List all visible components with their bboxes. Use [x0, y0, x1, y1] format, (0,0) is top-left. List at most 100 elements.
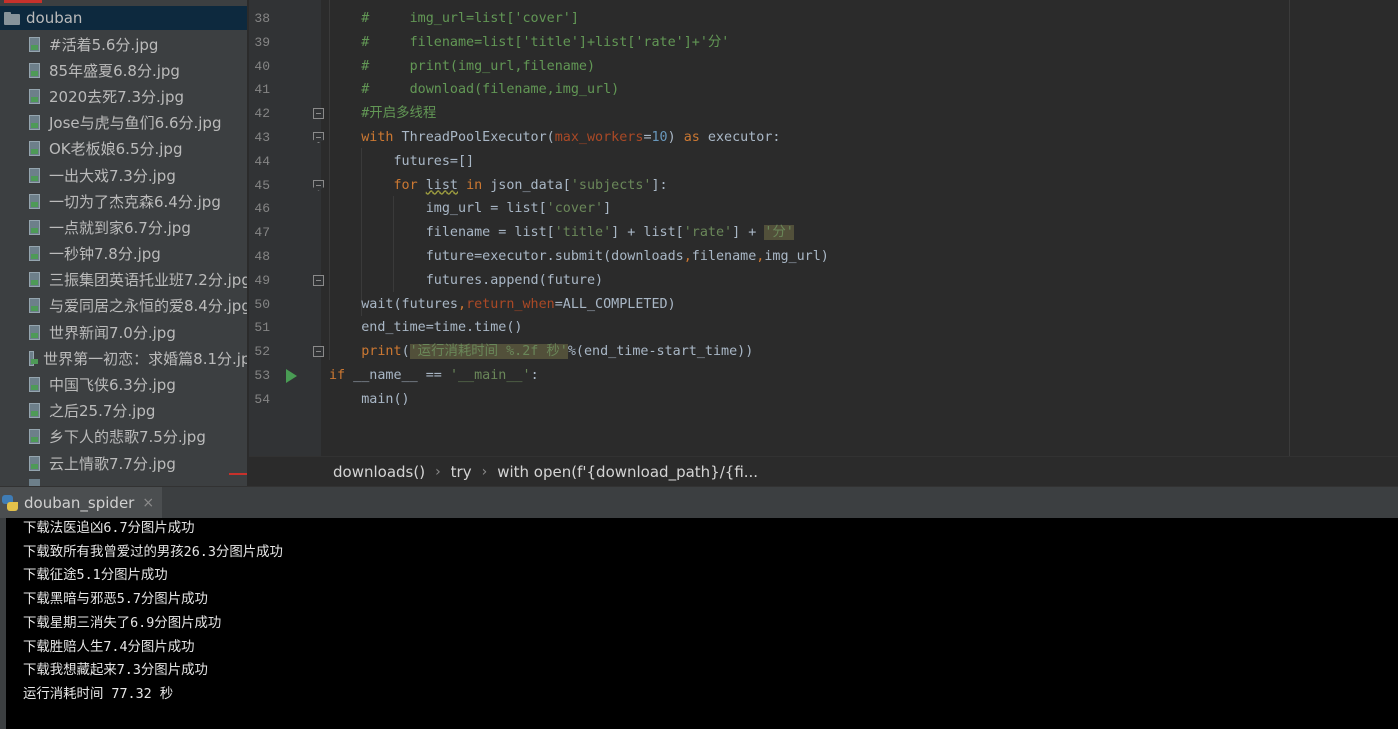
file-item[interactable]: #活着5.6分.jpg [0, 31, 247, 57]
file-item[interactable]: 2020去死7.3分.jpg [0, 83, 247, 109]
code-token: for [393, 177, 418, 193]
chevron-right-icon: › [435, 463, 441, 480]
code-line[interactable]: 50 wait(futures,return_when=ALL_COMPLETE… [249, 293, 1398, 317]
file-label: 三振集团英语托业班7.2分.jpg [49, 271, 247, 290]
file-item[interactable]: 85年盛夏6.8分.jpg [0, 57, 247, 83]
code-line[interactable]: 42 #开启多线程 [249, 102, 1398, 126]
file-item[interactable]: 世界新闻7.0分.jpg [0, 319, 247, 345]
code-token: in [466, 177, 483, 193]
run-gutter-icon[interactable] [286, 369, 297, 383]
breadcrumb-item-try[interactable]: try [451, 463, 472, 481]
file-label: 之后25.7分.jpg [49, 402, 156, 421]
code-token: max_workers [554, 130, 644, 145]
code-token: ] + list[ [611, 225, 684, 241]
fold-toggle-icon[interactable] [313, 108, 324, 120]
code-line[interactable]: 40 # print(img_url,filename) [249, 55, 1398, 79]
code-token: ] [603, 201, 612, 217]
image-file-icon [29, 272, 40, 288]
code-line[interactable]: 43 with ThreadPoolExecutor(max_workers=1… [249, 126, 1398, 150]
breadcrumb-item-with-open[interactable]: with open(f'{download_path}/{fi... [497, 463, 758, 481]
code-line[interactable]: 38 # img_url=list['cover'] [249, 7, 1398, 31]
code-line[interactable]: 51 end_time=time.time() [249, 316, 1398, 340]
code-line[interactable]: 53 if __name__ == '__main__': [249, 364, 1398, 388]
code-token: ) [667, 130, 684, 145]
console-output-line: 下载黑暗与邪恶5.7分图片成功 [23, 592, 208, 608]
code-text: # print(img_url,filename) [329, 55, 595, 79]
file-label: 一秒钟7.8分.jpg [49, 245, 161, 264]
file-item[interactable]: 乡下人的悲歌7.5分.jpg [0, 424, 247, 450]
code-token: return_when [466, 296, 555, 312]
line-number: 46 [254, 201, 270, 217]
line-number: 38 [254, 11, 270, 26]
file-label: #活着5.6分.jpg [49, 35, 159, 54]
file-item[interactable]: 云上情歌7.7分.jpg [0, 450, 247, 476]
code-editor[interactable]: 38 # img_url=list['cover'] 39 # filename=… [249, 0, 1398, 456]
file-item[interactable]: 一出大戏7.3分.jpg [0, 162, 247, 188]
line-number: 48 [254, 249, 270, 264]
folder-douban[interactable]: douban [0, 6, 247, 30]
close-icon[interactable]: × [142, 495, 154, 511]
image-file-icon [29, 115, 40, 131]
file-item[interactable]: 一点就到家6.7分.jpg [0, 214, 247, 240]
error-marker [4, 0, 42, 3]
file-list: #活着5.6分.jpg 85年盛夏6.8分.jpg 2020去死7.3分.jpg Jo… [0, 31, 247, 476]
code-token: img_url = list[ [329, 201, 547, 217]
code-token: futures.append(future) [329, 272, 604, 288]
code-text: with ThreadPoolExecutor(max_workers=10) … [329, 126, 780, 150]
code-line[interactable]: 52 print('运行消耗时间 %.2f 秒'%(end_time-start… [249, 340, 1398, 364]
code-token: main() [329, 391, 410, 407]
code-line[interactable]: 46 img_url = list['cover'] [249, 197, 1398, 221]
code-token: 'rate' [683, 225, 733, 241]
fold-toggle-icon[interactable] [313, 179, 324, 191]
line-number: 39 [254, 34, 270, 50]
line-number: 54 [254, 391, 270, 407]
file-item[interactable]: 一切为了杰克森6.4分.jpg [0, 188, 247, 214]
tab-douban-spider[interactable]: douban_spider × [0, 487, 162, 519]
file-label: 世界新闻7.0分.jpg [49, 323, 176, 342]
code-token: '运行消耗时间 %.2f 秒' [409, 344, 568, 360]
file-item[interactable]: 之后25.7分.jpg [0, 398, 247, 424]
line-number: 52 [254, 344, 270, 360]
file-item[interactable]: Jose与虎与鱼们6.6分.jpg [0, 110, 247, 136]
line-number: 40 [254, 58, 270, 74]
line-number: 44 [254, 153, 270, 169]
code-line[interactable]: 49 futures.append(future) [249, 269, 1398, 293]
breadcrumb-item-downloads[interactable]: downloads() [333, 463, 425, 481]
file-item[interactable]: 与爱同居之永恒的爱8.4分.jpg [0, 293, 247, 319]
code-token: print [361, 344, 402, 360]
file-item[interactable]: 一秒钟7.8分.jpg [0, 241, 247, 267]
file-item[interactable]: 三振集团英语托业班7.2分.jpg [0, 267, 247, 293]
line-number: 42 [254, 106, 270, 122]
fold-toggle-icon[interactable] [313, 346, 324, 358]
code-token: : [530, 368, 539, 383]
console-output-line: 运行消耗时间 77.32 秒 [23, 686, 174, 702]
code-line[interactable]: 39 # filename=list['title']+list['rate']… [249, 31, 1398, 55]
code-line[interactable]: 41 # download(filename,img_url) [249, 78, 1398, 102]
fold-toggle-icon[interactable] [313, 132, 324, 143]
code-token: '__main__' [449, 368, 531, 383]
code-token: ]: [651, 177, 668, 193]
code-line[interactable]: 48 future=executor.submit(downloads,file… [249, 245, 1398, 269]
code-token: ] + [732, 225, 765, 241]
code-line[interactable]: 44 futures=[] [249, 150, 1398, 174]
line-number: 49 [254, 272, 270, 288]
console-output-line: 下载我想藏起来7.3分图片成功 [23, 663, 208, 679]
image-file-icon [29, 429, 40, 445]
code-token: # img_url=list['cover'] [329, 11, 579, 26]
code-token: __name__ == [345, 368, 450, 383]
code-line[interactable]: 54 main() [249, 388, 1398, 412]
console-output-line: 下载征途5.1分图片成功 [23, 568, 168, 584]
run-tool-window-tabs: douban_spider × [0, 486, 1398, 519]
code-text: # img_url=list['cover'] [329, 7, 579, 31]
run-console[interactable]: 下载法医追凶6.7分图片成功 下载致所有我曾爱过的男孩26.3分图片成功 下载征途5… [6, 518, 1398, 729]
code-line[interactable]: 47 filename = list['title'] + list['rate… [249, 221, 1398, 245]
file-item[interactable]: 中国飞侠6.3分.jpg [0, 371, 247, 397]
fold-toggle-icon[interactable] [313, 274, 324, 286]
file-item[interactable]: 世界第一初恋：求婚篇8.1分.jpg [0, 345, 247, 371]
code-line[interactable]: 45 for list in json_data['subjects']: [249, 174, 1398, 198]
file-label: 乡下人的悲歌7.5分.jpg [49, 428, 206, 447]
file-item[interactable]: OK老板娘6.5分.jpg [0, 136, 247, 162]
code-text: futures.append(future) [329, 269, 603, 293]
